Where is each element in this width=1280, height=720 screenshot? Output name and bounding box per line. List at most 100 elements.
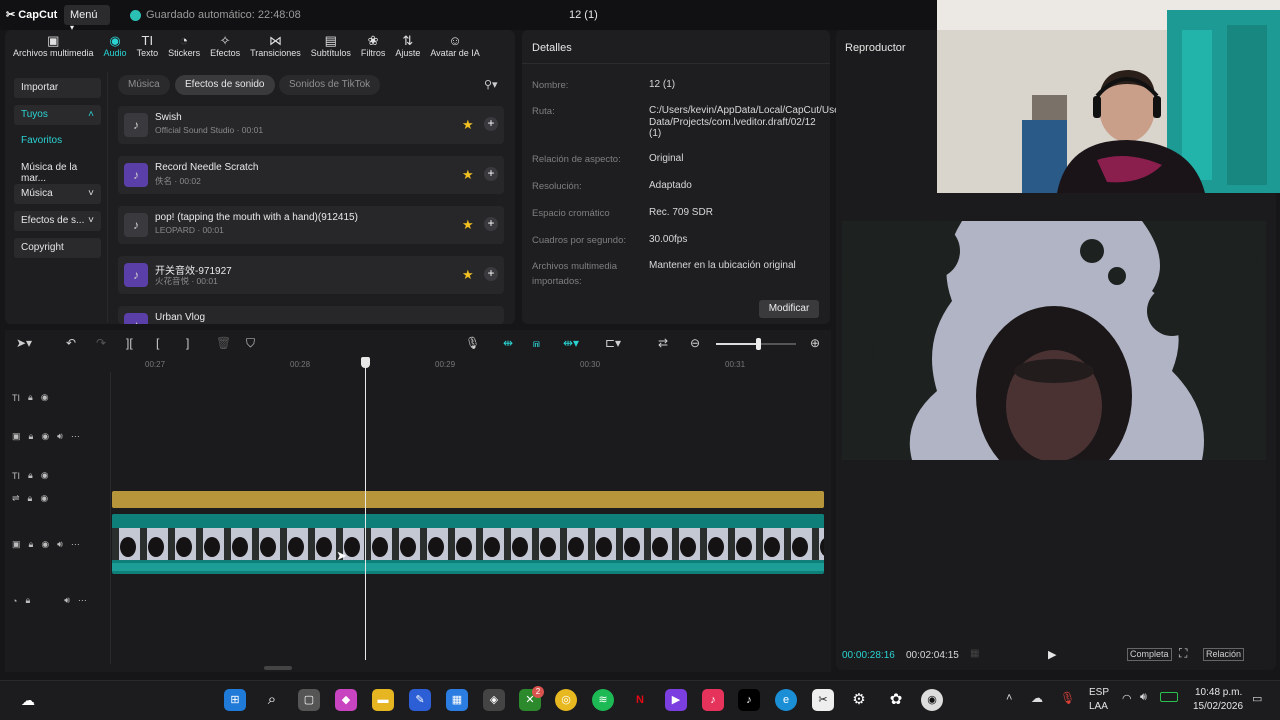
chrome-icon[interactable]: ◎ bbox=[555, 689, 577, 711]
tab-stickers[interactable]: ◔ Stickers bbox=[163, 34, 205, 66]
more-icon[interactable]: ⋯ bbox=[71, 431, 80, 442]
nav-musica[interactable]: Música ˅ bbox=[14, 184, 101, 204]
more-icon[interactable]: ⋯ bbox=[71, 539, 80, 550]
wifi-icon[interactable]: ◠ bbox=[1122, 692, 1132, 705]
tab-effects[interactable]: ✧ Efectos bbox=[205, 34, 245, 66]
task-view-icon[interactable]: ▢ bbox=[298, 689, 320, 711]
zoom-in-icon[interactable]: ⊕ bbox=[810, 336, 820, 350]
nav-tuyos[interactable]: Tuyos ˄ bbox=[14, 105, 101, 125]
zoom-slider[interactable] bbox=[716, 338, 796, 350]
file-explorer-icon[interactable]: ▬ bbox=[372, 689, 394, 711]
netflix-icon[interactable]: N bbox=[629, 689, 651, 711]
trim-right-icon[interactable]: ] bbox=[186, 336, 189, 350]
eye-icon[interactable]: ◉ bbox=[41, 392, 49, 403]
spotify-icon[interactable]: ≋ bbox=[592, 689, 614, 711]
copilot-icon[interactable]: ◆ bbox=[335, 689, 357, 711]
undo-icon[interactable]: ↶ bbox=[66, 336, 76, 350]
add-icon[interactable]: + bbox=[484, 217, 498, 231]
add-icon[interactable]: + bbox=[484, 267, 498, 281]
link-clips-icon[interactable]: ⇹ bbox=[503, 336, 513, 350]
video-clip[interactable] bbox=[112, 514, 824, 574]
music-app-icon[interactable]: ♪ bbox=[702, 689, 724, 711]
shield-icon[interactable]: ⛉ bbox=[246, 336, 255, 351]
chatgpt-icon[interactable]: ⚙ bbox=[848, 689, 870, 711]
chip-musica[interactable]: Música bbox=[118, 75, 170, 95]
obs-icon[interactable]: ◉ bbox=[921, 689, 943, 711]
language-code[interactable]: ESP bbox=[1089, 687, 1109, 698]
tab-filters[interactable]: ❀ Filtros bbox=[356, 34, 391, 66]
adjustment-clip[interactable] bbox=[112, 491, 824, 508]
weather-icon[interactable]: ☁ bbox=[17, 689, 39, 711]
lock-icon[interactable]: 🔒︎ bbox=[28, 470, 33, 481]
notifications-icon[interactable]: ▭ bbox=[1252, 692, 1262, 705]
replace-icon[interactable]: ⇄ bbox=[658, 336, 668, 350]
nav-copyright[interactable]: Copyright bbox=[14, 238, 101, 258]
menu-button[interactable]: Menú ▾ bbox=[64, 5, 110, 32]
zoom-slider-handle[interactable] bbox=[756, 338, 761, 350]
tab-media[interactable]: ▣ Archivos multimedia bbox=[8, 34, 99, 66]
sound-item[interactable]: ♪ Swish Official Sound Studio · 00:01 ★ … bbox=[118, 106, 504, 144]
grid-icon[interactable]: ▦ bbox=[970, 648, 979, 659]
tiktok-icon[interactable]: ♪ bbox=[738, 689, 760, 711]
star-icon[interactable]: ★ bbox=[462, 117, 474, 133]
timeline-scrollbar[interactable] bbox=[264, 666, 292, 670]
fullscreen-icon[interactable]: ⛶ bbox=[1179, 646, 1187, 661]
clock-date[interactable]: 15/02/2026 bbox=[1193, 701, 1243, 712]
lock-icon[interactable]: 🔒︎ bbox=[28, 392, 33, 403]
nav-favoritos[interactable]: Favoritos bbox=[14, 131, 101, 151]
more-icon[interactable]: ⋯ bbox=[78, 595, 87, 606]
capcut-taskbar-icon[interactable]: ✂ bbox=[812, 689, 834, 711]
select-cursor-icon[interactable]: ➤▾ bbox=[16, 336, 32, 350]
eye-icon[interactable]: ◉ bbox=[41, 431, 49, 442]
lock-icon[interactable]: 🔒︎ bbox=[28, 493, 33, 504]
redo-icon[interactable]: ↷ bbox=[96, 336, 106, 350]
add-icon[interactable]: + bbox=[484, 117, 498, 131]
openai-icon[interactable]: ✿ bbox=[885, 689, 907, 711]
nav-importar[interactable]: Importar bbox=[14, 78, 101, 98]
tab-subtitles[interactable]: ▤ Subtítulos bbox=[306, 34, 356, 66]
tab-adjust[interactable]: ⇅ Ajuste bbox=[390, 34, 425, 66]
playhead[interactable] bbox=[365, 358, 366, 660]
lock-icon[interactable]: 🔒︎ bbox=[29, 539, 34, 550]
ratio-button[interactable]: Relación bbox=[1203, 648, 1245, 661]
filter-icon[interactable]: ⚲▾ bbox=[484, 78, 498, 91]
onedrive-icon[interactable]: ☁ bbox=[1031, 691, 1043, 705]
tab-text[interactable]: TI Texto bbox=[132, 34, 164, 66]
video-preview[interactable] bbox=[842, 221, 1266, 460]
eye-icon[interactable]: ◉ bbox=[41, 539, 49, 550]
nav-efectos[interactable]: Efectos de s... ˅ bbox=[14, 211, 101, 231]
search-icon[interactable]: ⌕ bbox=[261, 689, 283, 711]
chevron-up-icon[interactable]: ˄ bbox=[1006, 692, 1012, 704]
add-icon[interactable]: + bbox=[484, 167, 498, 181]
lock-icon[interactable]: 🔒︎ bbox=[29, 431, 34, 442]
magnet-icon[interactable]: ⩎ bbox=[533, 336, 540, 351]
delete-icon[interactable]: 🗑 bbox=[216, 336, 231, 350]
trim-left-icon[interactable]: [ bbox=[156, 336, 159, 350]
keyboard-layout[interactable]: LAA bbox=[1089, 701, 1108, 712]
tab-avatar[interactable]: ☺ Avatar de IA bbox=[425, 34, 484, 66]
sound-item[interactable]: ♪ 开关音效-971927 火花音悦 · 00:01 ★ + bbox=[118, 256, 504, 294]
battery-icon[interactable] bbox=[1160, 692, 1178, 702]
speaker-icon[interactable]: 🔊︎ bbox=[57, 539, 63, 550]
star-icon[interactable]: ★ bbox=[462, 267, 474, 283]
playhead-handle[interactable] bbox=[361, 357, 370, 368]
unity-icon[interactable]: ◈ bbox=[483, 689, 505, 711]
chip-tiktok[interactable]: Sonidos de TikTok bbox=[279, 75, 381, 95]
eye-icon[interactable]: ◉ bbox=[41, 470, 49, 481]
edge-icon[interactable]: e bbox=[775, 689, 797, 711]
clock-time[interactable]: 10:48 p.m. bbox=[1195, 687, 1242, 698]
zoom-out-icon[interactable]: ⊖ bbox=[690, 336, 700, 350]
speaker-icon[interactable]: 🔊︎ bbox=[57, 431, 63, 442]
editor-app-icon[interactable]: ✎ bbox=[409, 689, 431, 711]
star-icon[interactable]: ★ bbox=[462, 217, 474, 233]
complete-button[interactable]: Completa bbox=[1127, 648, 1172, 661]
nav-musica-marca[interactable]: Música de la mar... bbox=[14, 158, 101, 184]
sound-item[interactable]: ♪ Urban Vlog bbox=[118, 306, 504, 324]
split-icon[interactable]: ][ bbox=[126, 336, 133, 350]
volume-icon[interactable]: 🔊︎ bbox=[1140, 691, 1147, 704]
preview-axis-icon[interactable]: ⊏▾ bbox=[605, 336, 621, 350]
sound-item[interactable]: ♪ Record Needle Scratch 佚名 · 00:02 ★ + bbox=[118, 156, 504, 194]
speaker-icon[interactable]: 🔊︎ bbox=[64, 595, 70, 606]
lock-icon[interactable]: 🔒︎ bbox=[25, 595, 30, 606]
microphone-icon[interactable]: 🎙 bbox=[1060, 691, 1075, 705]
